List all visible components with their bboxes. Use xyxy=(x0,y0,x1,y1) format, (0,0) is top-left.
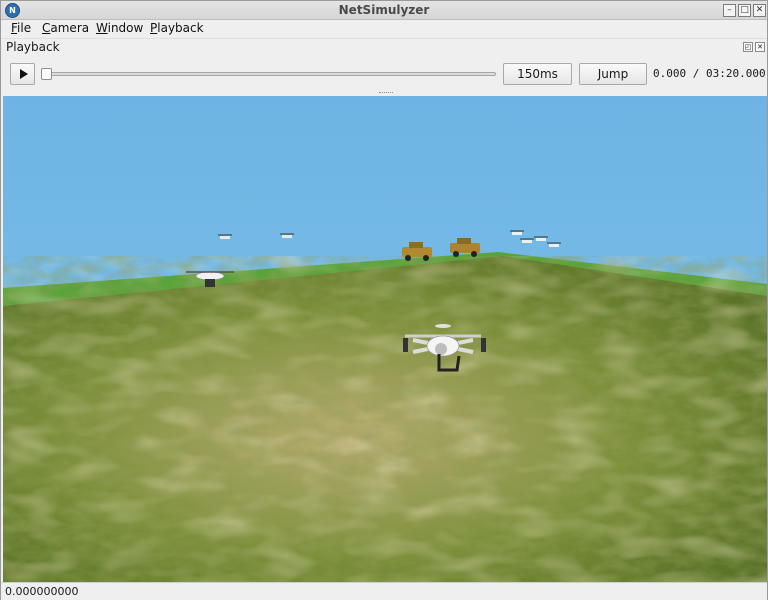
menu-playback-label: layback xyxy=(157,21,204,35)
timeline-slider-handle[interactable] xyxy=(41,68,52,80)
menu-window[interactable]: Window xyxy=(96,21,143,35)
menu-window-mnemonic: W xyxy=(96,21,108,35)
step-size-button[interactable]: 150ms xyxy=(503,63,572,85)
minimize-icon[interactable]: – xyxy=(723,4,736,17)
close-icon[interactable]: ✕ xyxy=(753,4,766,17)
time-readout: 0.000 / 03:20.000 xyxy=(653,67,766,80)
play-button[interactable] xyxy=(10,63,35,85)
dock-float-icon[interactable]: ◰ xyxy=(743,42,753,52)
terrain-texture-dark xyxy=(3,256,767,582)
menu-camera[interactable]: Camera xyxy=(42,21,89,35)
menu-camera-label: amera xyxy=(50,21,90,35)
scene-viewport[interactable] xyxy=(3,96,767,582)
window-title: NetSimulyzer xyxy=(338,3,430,17)
status-time: 0.000000000 xyxy=(5,585,79,598)
dock-title: Playback xyxy=(6,40,60,54)
playback-dock: Playback ◰ ✕ 150ms Jump 0.000 / 03:20.00… xyxy=(1,38,767,96)
jump-button[interactable]: Jump xyxy=(579,63,647,85)
menu-file-label: ile xyxy=(17,21,32,35)
maximize-icon[interactable]: □ xyxy=(738,4,751,17)
menu-playback[interactable]: Playback xyxy=(150,21,204,35)
menu-file[interactable]: File xyxy=(11,21,31,35)
app-window: N NetSimulyzer – □ ✕ File Camera Window … xyxy=(0,0,768,600)
dock-close-icon[interactable]: ✕ xyxy=(755,42,765,52)
menu-bar: File Camera Window Playback xyxy=(1,20,767,38)
title-bar[interactable]: N NetSimulyzer – □ ✕ xyxy=(1,1,767,20)
timeline-slider[interactable] xyxy=(44,72,496,76)
dock-resize-grip[interactable] xyxy=(379,92,393,94)
status-bar: 0.000000000 xyxy=(1,582,767,600)
menu-window-label: indow xyxy=(107,21,144,35)
